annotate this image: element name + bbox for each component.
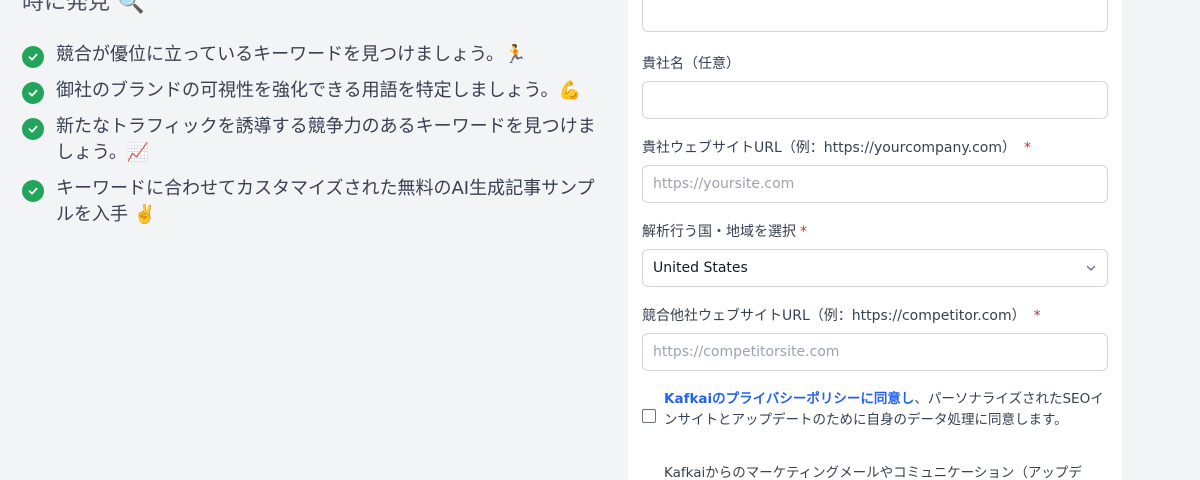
top-field <box>642 0 1108 32</box>
company-name-input[interactable] <box>642 81 1108 119</box>
country-label: 解析行う国・地域を選択 * <box>642 222 1108 242</box>
privacy-policy-link[interactable]: Kafkaiのプライバシーポリシーに同意し <box>664 391 914 407</box>
benefit-text: 新たなトラフィックを誘導する競争力のあるキーワードを見つけましょう。📈 <box>56 116 596 163</box>
lead-form: 貴社名（任意） 貴社ウェブサイトURL（例：https://yourcompan… <box>628 0 1122 480</box>
company-url-field: 貴社ウェブサイトURL（例：https://yourcompany.com） * <box>642 138 1108 203</box>
company-name-field: 貴社名（任意） <box>642 54 1108 119</box>
competitor-url-input[interactable] <box>642 333 1108 371</box>
privacy-consent: Kafkaiのプライバシーポリシーに同意し、パーソナライズされたSEOインサイト… <box>642 389 1108 431</box>
check-circle-icon <box>22 82 44 104</box>
marketing-consent-text: Kafkaiからのマーケティングメールやコミュニケーション（アップデ <box>664 465 1082 480</box>
page: 時に発見 🔍 競合が優位に立っているキーワードを見つけましょう。🏃 御社のブラン… <box>0 0 1200 480</box>
benefit-text: 競合が優位に立っているキーワードを見つけましょう。🏃 <box>56 44 527 65</box>
privacy-consent-text: Kafkaiのプライバシーポリシーに同意し、パーソナライズされたSEOインサイト… <box>664 389 1108 431</box>
company-name-label-text: 貴社名（任意） <box>642 56 740 72</box>
company-name-label: 貴社名（任意） <box>642 54 1108 74</box>
company-url-input[interactable] <box>642 165 1108 203</box>
section-heading: 時に発見 🔍 <box>22 0 145 15</box>
country-selected-value: United States <box>653 260 748 276</box>
benefit-item: 御社のブランドの可視性を強化できる用語を特定しましょう。💪 <box>22 78 602 104</box>
benefit-text: キーワードに合わせてカスタマイズされた無料のAI生成記事サンプルを入手 ✌️ <box>56 178 595 225</box>
top-input[interactable] <box>642 0 1108 32</box>
competitor-url-label: 競合他社ウェブサイトURL（例：https://competitor.com） * <box>642 306 1108 326</box>
company-url-label: 貴社ウェブサイトURL（例：https://yourcompany.com） * <box>642 138 1108 158</box>
country-field: 解析行う国・地域を選択 * United States <box>642 222 1108 287</box>
competitor-url-field: 競合他社ウェブサイトURL（例：https://competitor.com） * <box>642 306 1108 371</box>
check-circle-icon <box>22 118 44 140</box>
benefits-panel: 時に発見 🔍 競合が優位に立っているキーワードを見つけましょう。🏃 御社のブラン… <box>0 0 620 480</box>
company-url-label-text: 貴社ウェブサイトURL（例：https://yourcompany.com） <box>642 140 1017 156</box>
benefit-item: 新たなトラフィックを誘導する競争力のあるキーワードを見つけましょう。📈 <box>22 114 602 166</box>
chevron-down-icon <box>1085 262 1097 274</box>
country-label-text: 解析行う国・地域を選択 <box>642 224 796 240</box>
required-mark: * <box>800 224 807 240</box>
marketing-consent: Kafkaiからのマーケティングメールやコミュニケーション（アップデ <box>642 463 1108 480</box>
competitor-url-label-text: 競合他社ウェブサイトURL（例：https://competitor.com） <box>642 308 1026 324</box>
benefit-item: 競合が優位に立っているキーワードを見つけましょう。🏃 <box>22 42 602 68</box>
benefit-item: キーワードに合わせてカスタマイズされた無料のAI生成記事サンプルを入手 ✌️ <box>22 176 602 228</box>
check-circle-icon <box>22 180 44 202</box>
country-select[interactable]: United States <box>642 249 1108 287</box>
check-circle-icon <box>22 46 44 68</box>
required-mark: * <box>1024 140 1032 156</box>
benefit-list: 競合が優位に立っているキーワードを見つけましょう。🏃 御社のブランドの可視性を強… <box>22 42 602 238</box>
privacy-consent-checkbox[interactable] <box>642 409 656 423</box>
benefit-text: 御社のブランドの可視性を強化できる用語を特定しましょう。💪 <box>56 80 581 101</box>
required-mark: * <box>1033 308 1041 324</box>
